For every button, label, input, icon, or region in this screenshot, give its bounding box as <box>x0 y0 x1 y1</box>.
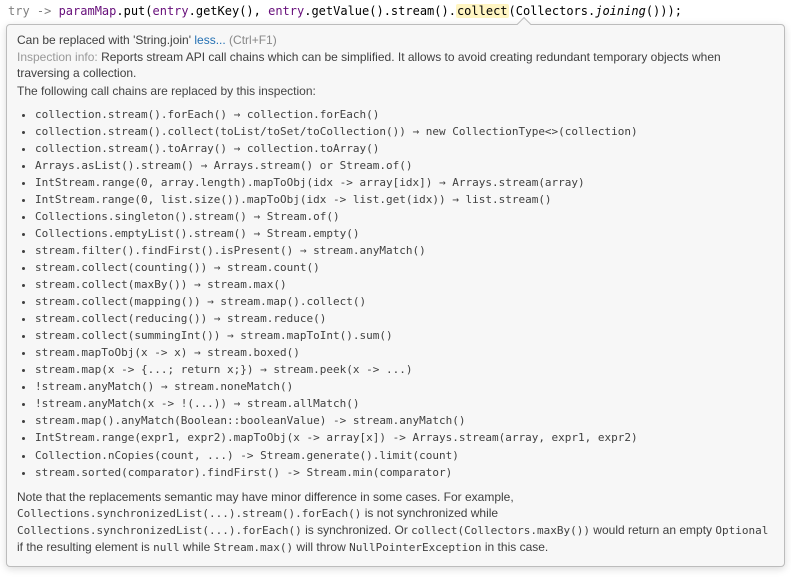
replacement-item: stream.mapToObj(x -> x) → stream.boxed() <box>35 344 774 361</box>
replacement-item: IntStream.range(expr1, expr2).mapToObj(x… <box>35 429 774 446</box>
tooltip-note: Note that the replacements semantic may … <box>17 489 774 556</box>
tooltip-subhead: The following call chains are replaced b… <box>17 83 774 99</box>
replacement-item: stream.map(x -> {...; return x;}) → stre… <box>35 361 774 378</box>
replacement-item: collection.stream().forEach() → collecti… <box>35 106 774 123</box>
note-text: in this case. <box>482 540 549 554</box>
inspection-tooltip: Can be replaced with 'String.join' less.… <box>6 24 785 567</box>
code-token: .getKey(), <box>189 4 268 18</box>
note-text: is not synchronized while <box>361 506 498 520</box>
replacement-item: collection.stream().toArray() → collecti… <box>35 140 774 157</box>
note-text: if the resulting element is <box>17 540 153 554</box>
note-code: null <box>153 541 180 554</box>
code-token: ())); <box>646 4 682 18</box>
replacement-item: Collections.emptyList().stream() → Strea… <box>35 225 774 242</box>
code-token: .getValue().stream(). <box>304 4 456 18</box>
replacement-item: !stream.anyMatch() → stream.noneMatch() <box>35 378 774 395</box>
code-token: paramMap <box>59 4 117 18</box>
note-text: Note that the replacements semantic may … <box>17 490 514 504</box>
note-code: collect(Collectors.maxBy()) <box>411 524 590 537</box>
code-token: joining <box>595 4 646 18</box>
replacement-item: stream.filter().findFirst().isPresent() … <box>35 242 774 259</box>
note-code: Collections.synchronizedList(...).forEac… <box>17 524 302 537</box>
replacement-item: stream.map().anyMatch(Boolean::booleanVa… <box>35 412 774 429</box>
replacement-item: collection.stream().collect(toList/toSet… <box>35 123 774 140</box>
inspection-text: Reports stream API call chains which can… <box>17 50 721 80</box>
editor-code-line[interactable]: try -> paramMap.put(entry.getKey(), entr… <box>0 0 791 22</box>
note-code: Stream.max() <box>214 541 293 554</box>
inspection-label: Inspection info: <box>17 50 98 64</box>
note-code: Optional <box>715 524 768 537</box>
code-highlight-collect: collect <box>456 4 509 18</box>
tooltip-title-row: Can be replaced with 'String.join' less.… <box>17 33 774 47</box>
replacement-item: stream.collect(reducing()) → stream.redu… <box>35 310 774 327</box>
replacements-list: collection.stream().forEach() → collecti… <box>35 106 774 481</box>
note-text: will throw <box>293 540 349 554</box>
code-prefix: try -> <box>8 4 59 18</box>
replacement-item: stream.sorted(comparator).findFirst() ->… <box>35 464 774 481</box>
inspection-info: Inspection info: Reports stream API call… <box>17 49 774 81</box>
replacement-item: Collection.nCopies(count, ...) -> Stream… <box>35 447 774 464</box>
note-code: Collections.synchronizedList(...).stream… <box>17 507 361 520</box>
replacement-item: Collections.singleton().stream() → Strea… <box>35 208 774 225</box>
note-text: is synchronized. Or <box>302 523 411 537</box>
replacement-item: stream.collect(mapping()) → stream.map()… <box>35 293 774 310</box>
code-token: (Collectors. <box>509 4 596 18</box>
replacement-item: stream.collect(maxBy()) → stream.max() <box>35 276 774 293</box>
code-token: entry <box>153 4 189 18</box>
code-token: .put( <box>116 4 152 18</box>
replacement-item: IntStream.range(0, list.size()).mapToObj… <box>35 191 774 208</box>
note-text: while <box>180 540 214 554</box>
tooltip-title: Can be replaced with 'String.join' <box>17 33 191 47</box>
tooltip-less-link[interactable]: less... <box>194 33 225 47</box>
code-token: entry <box>268 4 304 18</box>
note-code: NullPointerException <box>349 541 481 554</box>
replacement-item: !stream.anyMatch(x -> !(...)) → stream.a… <box>35 395 774 412</box>
replacement-item: stream.collect(summingInt()) → stream.ma… <box>35 327 774 344</box>
note-text: would return an empty <box>590 523 715 537</box>
tooltip-shortcut: (Ctrl+F1) <box>229 33 277 47</box>
replacement-item: Arrays.asList().stream() → Arrays.stream… <box>35 157 774 174</box>
replacement-item: stream.collect(counting()) → stream.coun… <box>35 259 774 276</box>
replacement-item: IntStream.range(0, array.length).mapToOb… <box>35 174 774 191</box>
